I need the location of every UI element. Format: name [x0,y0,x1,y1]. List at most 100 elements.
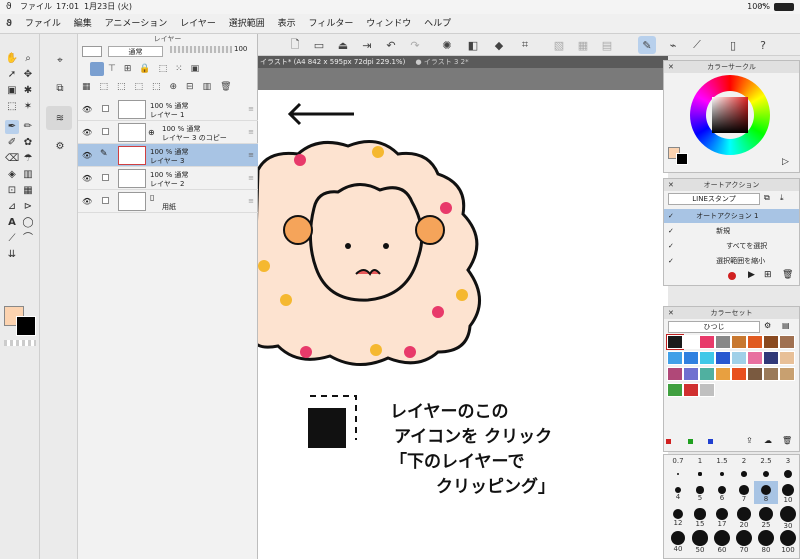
navigator-icon[interactable]: ⚙ [53,140,67,154]
marquee-icon[interactable]: ⬚ [5,100,19,114]
export-icon[interactable]: ⇥ [358,36,376,54]
eraser-mode-icon[interactable]: ⌁ [664,36,682,54]
add-color-icon[interactable] [666,439,671,444]
brush-size-option[interactable]: 4 [666,481,690,504]
drag-handle-icon[interactable]: ≡ [248,128,254,136]
loading-icon[interactable]: ✺ [438,36,456,54]
text-tool-icon[interactable]: A [5,216,19,230]
brush-size-option[interactable]: 80 [754,529,778,554]
brush-size-option[interactable]: 15 [688,505,712,528]
layer-lock-checkbox[interactable] [102,128,109,135]
new-file-icon[interactable]: 🗋 [286,36,304,54]
opacity-slider[interactable] [170,46,232,53]
menu-icon[interactable]: ▤ [782,321,790,330]
brush-size-option[interactable]: 10 [776,481,800,504]
clear-icon[interactable]: ◧ [464,36,482,54]
layer-lock-checkbox[interactable] [102,174,109,181]
layer-row[interactable]: 👁 100 % 通常 レイヤー 1 ≡ [78,98,258,121]
color-swatch[interactable] [747,335,763,349]
close-icon[interactable]: ✕ [668,61,674,73]
color-swatch[interactable] [683,367,699,381]
layer-property-icons[interactable]: ⊤⊞🔒⬚⁙▣ [108,64,207,74]
brush-size-option[interactable]: 2.5 [754,457,778,480]
action-step[interactable]: ✓ すべてを選択 [664,239,799,253]
layer-row-selected[interactable]: 👁 ✎ 100 % 通常 レイヤー 3 ≡ [78,144,258,167]
canvas-page[interactable]: レイヤーのこの アイコンを クリック 「下のレイヤーで クリッピング」 [258,90,668,559]
close-icon[interactable]: ✕ [668,179,674,191]
menu-filter[interactable]: フィルター [309,14,354,34]
brush-size-option[interactable]: 17 [710,505,734,528]
open-folder-icon[interactable]: ▭ [310,36,328,54]
drag-handle-icon[interactable]: ≡ [248,151,254,159]
delete-icon[interactable]: 🗑 [782,270,793,280]
fill-icon[interactable]: ◆ [490,36,508,54]
brush-size-option[interactable]: 3 [776,457,800,480]
color-swatch[interactable] [667,351,683,365]
check-icon[interactable]: ✓ [668,257,674,265]
color-swatch[interactable] [683,335,699,349]
color-swatch[interactable] [779,351,795,365]
eye-icon[interactable]: 👁 [82,128,92,137]
brush-size-option[interactable]: 1.5 [710,457,734,480]
color-swatch[interactable] [699,383,715,397]
color-swatch[interactable] [731,335,747,349]
transparent-color[interactable] [4,340,36,346]
color-swatch[interactable] [715,367,731,381]
action-item-selected[interactable]: ✓ オートアクション 1 [664,209,799,223]
clip-to-lower-layer-icon[interactable] [90,62,104,76]
sub-color-swatch[interactable] [16,316,36,336]
brush-size-option[interactable]: 0.7 [666,457,690,480]
delete-color-icon[interactable] [708,439,713,444]
layer-lock-checkbox[interactable] [102,197,109,204]
balloon-tool-icon[interactable]: ◯ [21,216,35,230]
drag-handle-icon[interactable]: ≡ [248,197,254,205]
object-tool-icon[interactable]: ➚ [5,68,19,82]
layer-lock-checkbox[interactable] [102,105,109,112]
device-icon[interactable]: ▯ [724,36,742,54]
crop-icon[interactable]: ⌗ [516,36,534,54]
brush-size-option[interactable]: 50 [688,529,712,554]
auto-select-icon[interactable]: ✱ [21,84,35,98]
brush-size-option[interactable]: 7 [732,481,756,504]
check-icon[interactable]: ✓ [668,242,674,250]
new-action-icon[interactable]: ⧉ [764,193,770,203]
brush-size-option[interactable]: 5 [688,481,712,504]
brush-size-option[interactable]: 2 [732,457,756,480]
eye-icon[interactable]: 👁 [82,151,92,160]
layer-color-box[interactable] [82,46,102,57]
blend-mode-select[interactable]: 通常 [108,46,163,57]
color-swatch[interactable] [747,351,763,365]
color-swatch[interactable] [715,351,731,365]
gradient-tool-icon[interactable]: ▥ [21,168,35,182]
menu-help[interactable]: ヘルプ [424,14,451,34]
magic-wand-icon[interactable]: ✶ [21,100,35,114]
color-swatch[interactable] [683,351,699,365]
drag-handle-icon[interactable]: ≡ [248,105,254,113]
brush-size-option[interactable]: 30 [776,505,800,530]
ruler-tool-icon[interactable]: ⊿ [5,200,19,214]
color-swatch[interactable] [763,335,779,349]
add-icon[interactable]: ⊞ [764,270,772,280]
figure-tool-icon[interactable]: ⊡ [5,184,19,198]
brush-size-option[interactable]: 70 [732,529,756,554]
color-swatch[interactable] [683,383,699,397]
menu-window[interactable]: ウィンドウ [366,14,411,34]
menu-selection[interactable]: 選択範囲 [229,14,265,34]
eye-icon[interactable]: 👁 [82,197,92,206]
settings-icon[interactable]: ⚙ [764,321,771,330]
brush-size-option[interactable]: 25 [754,505,778,529]
replace-color-icon[interactable] [688,439,693,444]
eraser-tool-icon[interactable]: ⌫ [5,152,19,166]
brush-size-option[interactable]: 20 [732,505,756,529]
layer-row[interactable]: 👁 100 % 通常 レイヤー 2 ≡ [78,167,258,190]
menu-layer[interactable]: レイヤー [180,14,216,34]
cloud-icon[interactable]: ☁ [764,436,772,445]
eye-icon[interactable]: 👁 [82,174,92,183]
eye-icon[interactable]: 👁 [82,105,92,114]
color-swatch[interactable] [763,367,779,381]
menu-view[interactable]: 表示 [278,14,296,34]
canvas-area[interactable]: レイヤーのこの アイコンを クリック 「下のレイヤーで クリッピング」 [258,68,668,559]
trash-icon[interactable]: 🗑 [782,436,792,445]
pencil-tool-icon[interactable]: ✏ [21,120,35,134]
menu-file[interactable]: ファイル [25,14,61,34]
